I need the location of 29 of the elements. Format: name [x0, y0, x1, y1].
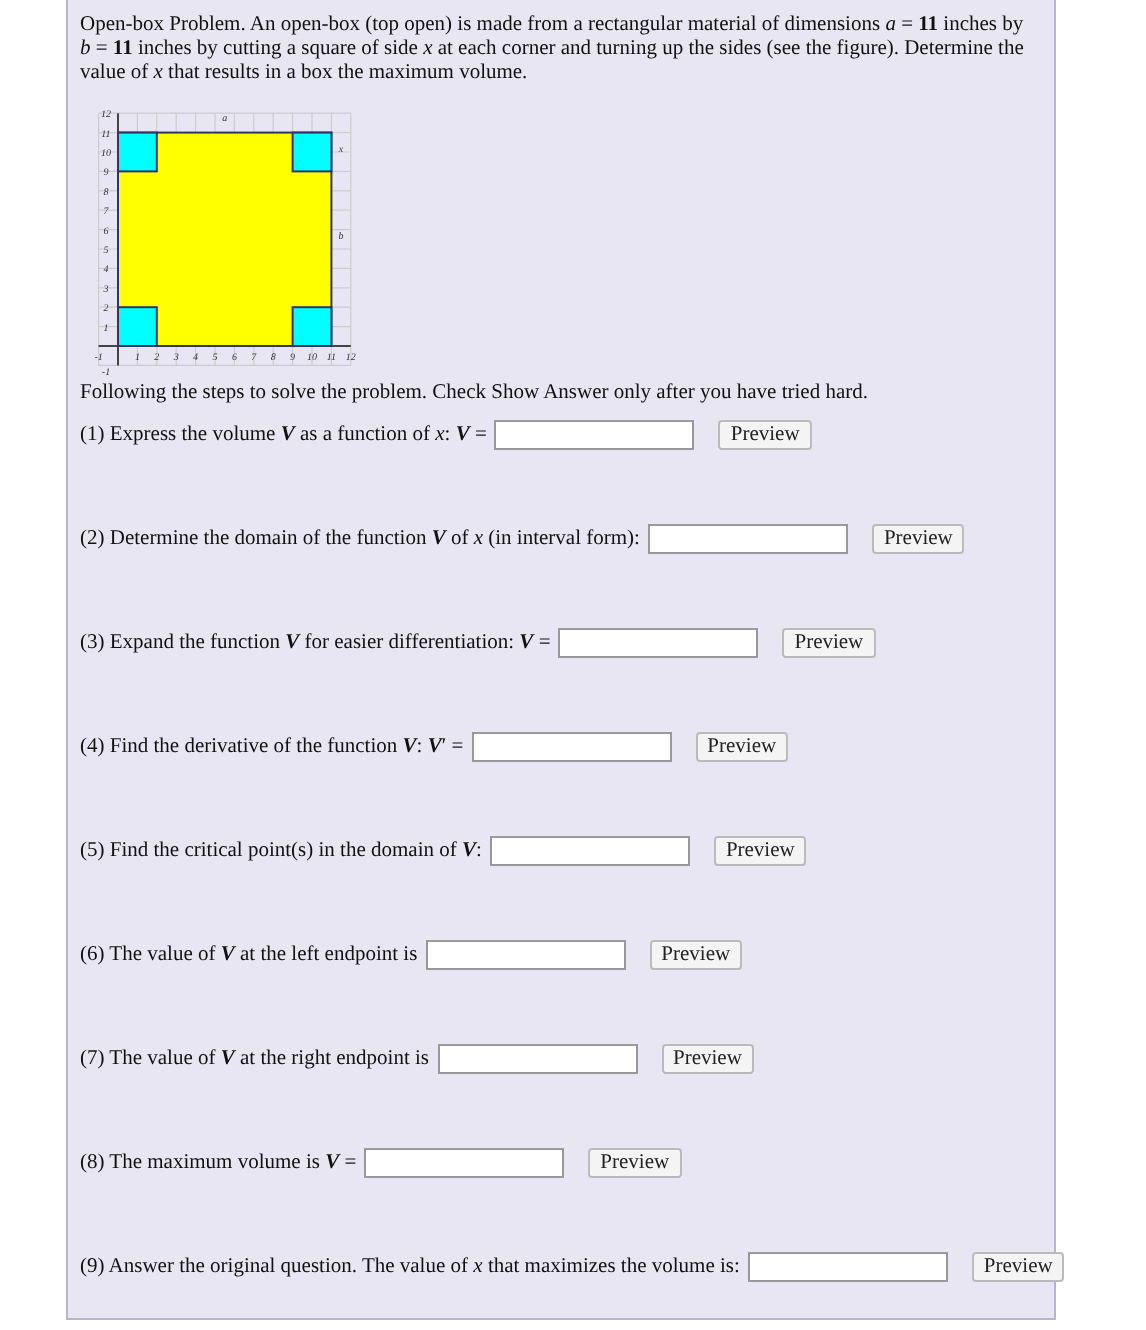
preview-button[interactable]: Preview — [588, 1148, 682, 1178]
answer-field[interactable] — [489, 836, 690, 866]
answer-field[interactable] — [437, 1044, 638, 1074]
step-prompt: (7) The value of V at the right endpoint is — [80, 1046, 430, 1074]
preview-button[interactable]: Preview — [695, 732, 789, 762]
preview-button[interactable]: Preview — [971, 1252, 1065, 1282]
answer-field[interactable] — [747, 1252, 948, 1282]
problem-text: Open-box Problem. An open-box (top open) is made from a rectangular material of dimensions a = 11 inches by b = 11 inches by cutting a square of side x at each corner and turning up the sides (see the figure). Determine the value of x that results in a box the maximum volume. — [80, 14, 1026, 86]
step-prompt: (9) Answer the original question. The value of x that maximizes the volume is: — [80, 1254, 740, 1282]
step-prompt: (4) Find the derivative of the function V: V′ = — [80, 734, 464, 762]
step-prompt: (5) Find the critical point(s) in the domain of V: — [80, 838, 482, 866]
answer-field[interactable] — [471, 732, 672, 762]
preview-button[interactable]: Preview — [661, 1044, 754, 1074]
instructions-text: Following the steps to solve the problem. Check Show Answer only after you have tried hard. — [80, 382, 870, 404]
answer-field[interactable] — [364, 1148, 565, 1178]
preview-button[interactable]: Preview — [713, 836, 807, 866]
preview-button[interactable]: Preview — [649, 940, 743, 970]
answer-field[interactable] — [494, 420, 695, 450]
step-prompt: (2) Determine the domain of the function V of x (in interval form): — [80, 526, 640, 554]
step-prompt: (6) The value of V at the left endpoint is — [80, 942, 418, 970]
step-prompt: (1) Express the volume V as a function of x: V = — [80, 422, 487, 450]
answer-field[interactable] — [647, 524, 848, 554]
preview-button[interactable]: Preview — [871, 524, 965, 554]
step-prompt: (8) The maximum volume is V = — [80, 1150, 357, 1178]
answer-field[interactable] — [425, 940, 626, 970]
preview-button[interactable]: Preview — [782, 628, 876, 658]
preview-button[interactable]: Preview — [718, 420, 812, 450]
answer-field[interactable] — [558, 628, 759, 658]
step-prompt: (3) Expand the function V for easier differentiation: V = — [80, 630, 551, 658]
